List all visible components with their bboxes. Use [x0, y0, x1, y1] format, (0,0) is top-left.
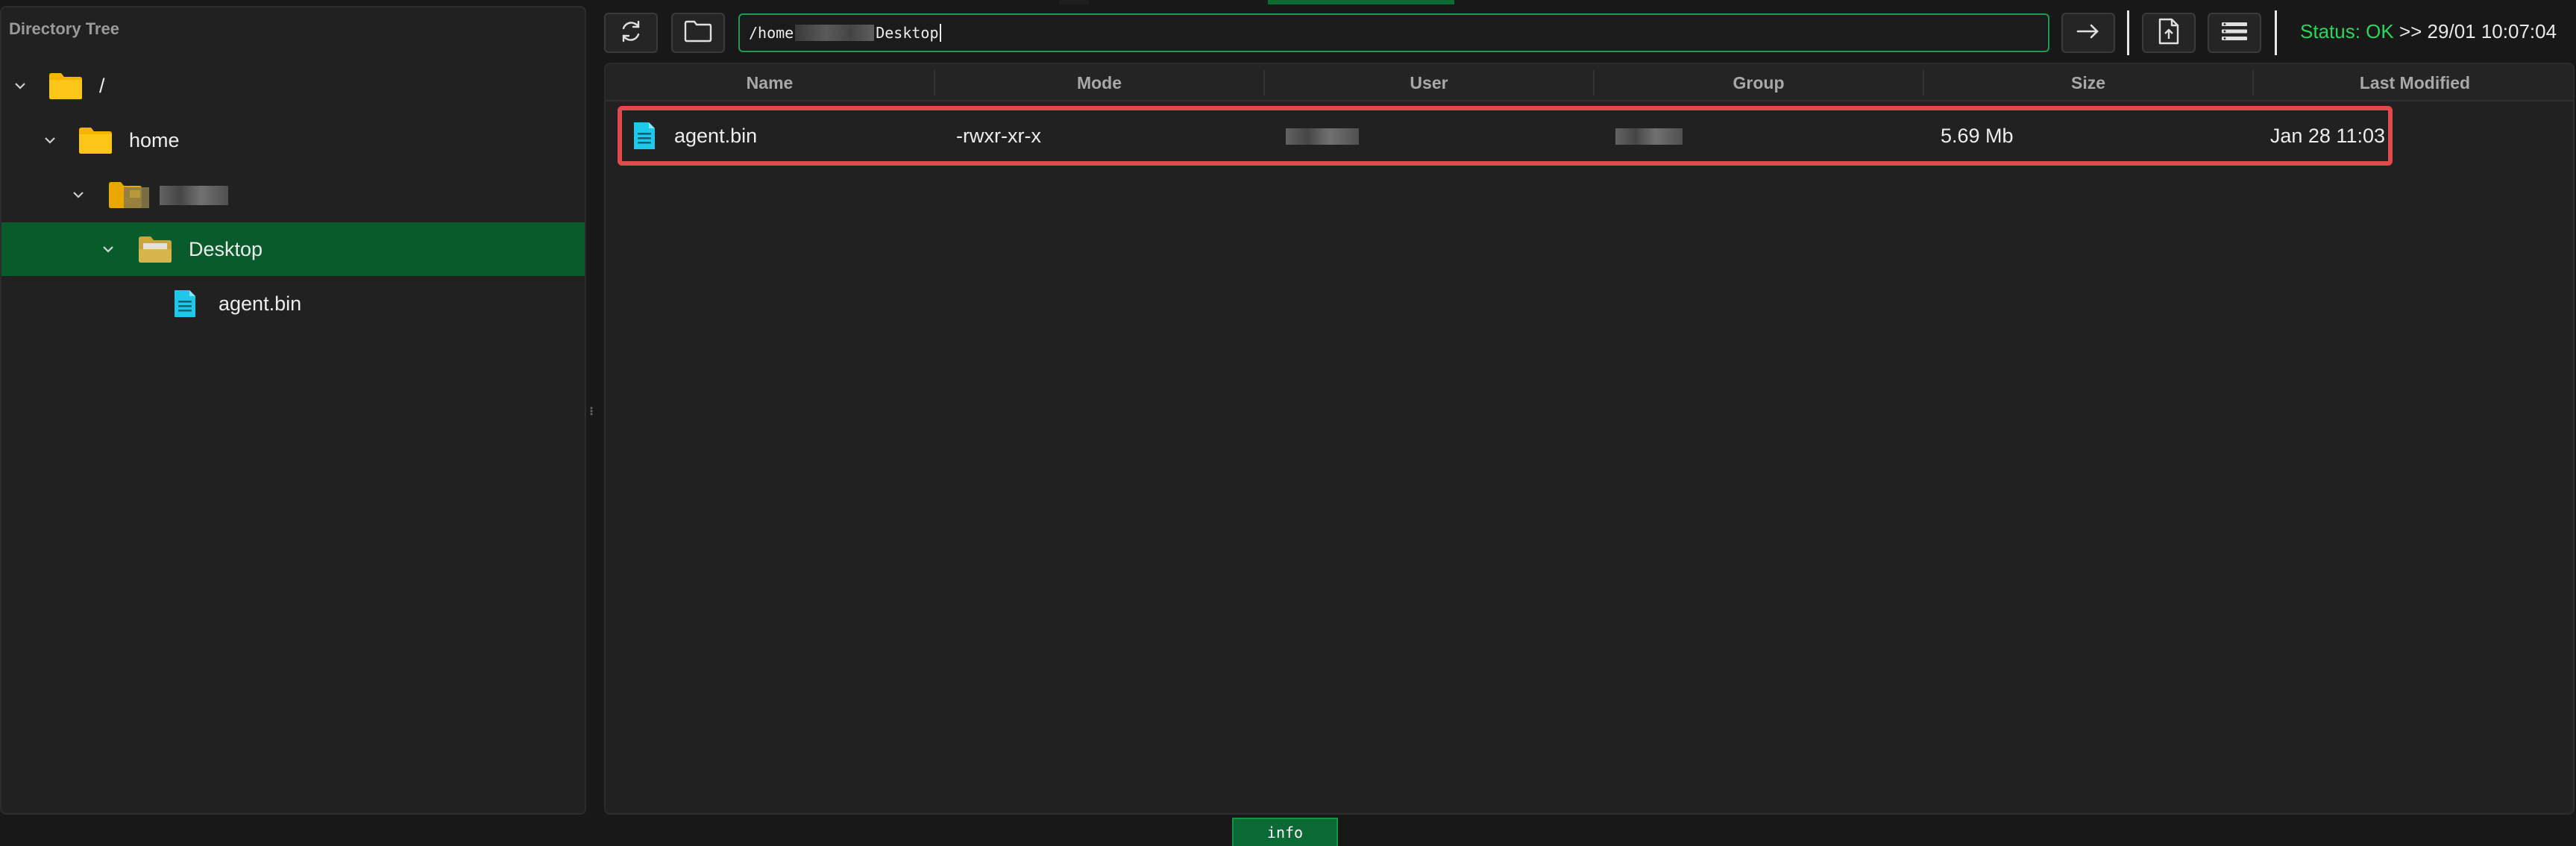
column-header-name[interactable]: Name [606, 64, 934, 101]
panel-title: Directory Tree [9, 19, 119, 38]
redacted-user [1286, 128, 1359, 145]
column-header-last-modified[interactable]: Last Modified [2254, 64, 2573, 101]
tree-item-desktop[interactable]: Desktop [1, 222, 585, 276]
path-prefix: /home [749, 24, 794, 42]
info-tab[interactable]: info [1232, 818, 1338, 846]
tree-item-root[interactable]: / [1, 59, 585, 113]
go-button[interactable] [2061, 13, 2115, 53]
arrow-right-icon [2075, 22, 2102, 44]
tree-item-user-folder[interactable] [1, 168, 585, 222]
list-view-button[interactable] [2208, 13, 2261, 53]
column-header-mode[interactable]: Mode [935, 64, 1263, 101]
status-text: Status: OK >> 29/01 10:07:04 [2300, 20, 2557, 43]
file-icon [173, 289, 195, 319]
chevron-down-icon[interactable] [13, 79, 27, 93]
redacted-folder-name [160, 186, 228, 205]
cell-mode: -rwxr-xr-x [956, 125, 1041, 147]
column-header-size[interactable]: Size [1924, 64, 2252, 101]
refresh-icon [618, 18, 644, 48]
list-icon [2220, 20, 2249, 46]
top-tab-hint [1059, 0, 1089, 4]
path-suffix: Desktop [876, 24, 939, 42]
open-folder-button[interactable] [671, 13, 725, 53]
chevron-down-icon[interactable] [101, 242, 115, 256]
refresh-button[interactable] [604, 13, 658, 53]
toolbar-separator [2275, 10, 2277, 55]
table-row[interactable]: agent.bin -rwxr-xr-x 5.69 Mb Jan 28 11:0… [618, 106, 2393, 166]
tree-item-label: / [99, 75, 105, 97]
tree-item-agent-bin[interactable]: agent.bin [1, 277, 585, 330]
status-ok: Status: OK [2300, 20, 2394, 43]
file-upload-icon [2158, 17, 2180, 49]
toolbar-separator [2127, 10, 2129, 55]
redacted-group [1615, 128, 1683, 145]
upload-button[interactable] [2142, 13, 2196, 53]
path-input[interactable]: /home Desktop [738, 13, 2049, 52]
folder-icon [48, 71, 84, 101]
tree-item-label: Desktop [189, 238, 263, 260]
tree-item-home[interactable]: home [1, 113, 585, 167]
column-header-group[interactable]: Group [1595, 64, 1923, 101]
status-timestamp: >> 29/01 10:07:04 [2398, 20, 2557, 43]
cell-name: agent.bin [674, 125, 758, 147]
top-tab-active[interactable] [1268, 0, 1454, 4]
chevron-down-icon[interactable] [43, 134, 57, 147]
redacted-path-segment [795, 25, 875, 41]
folder-icon [78, 125, 113, 155]
tree-item-label: home [129, 129, 180, 151]
column-header-user[interactable]: User [1265, 64, 1593, 101]
folder-outline-icon [683, 19, 713, 47]
folder-open-icon [137, 234, 173, 264]
file-list-panel: Name Mode User Group Size Last Modified … [604, 63, 2575, 815]
tree-item-label: agent.bin [219, 292, 302, 315]
folder-icon [107, 180, 149, 210]
file-icon [632, 121, 655, 151]
text-caret [939, 24, 941, 42]
cell-last-modified: Jan 28 11:03 [2269, 125, 2385, 147]
cell-size: 5.69 Mb [1941, 125, 2014, 147]
table-header: Name Mode User Group Size Last Modified [606, 64, 2573, 101]
directory-tree-panel: Directory Tree / home Desktop agent.bin [0, 6, 586, 815]
panel-resize-handle[interactable] [589, 406, 594, 416]
chevron-down-icon[interactable] [72, 188, 85, 201]
